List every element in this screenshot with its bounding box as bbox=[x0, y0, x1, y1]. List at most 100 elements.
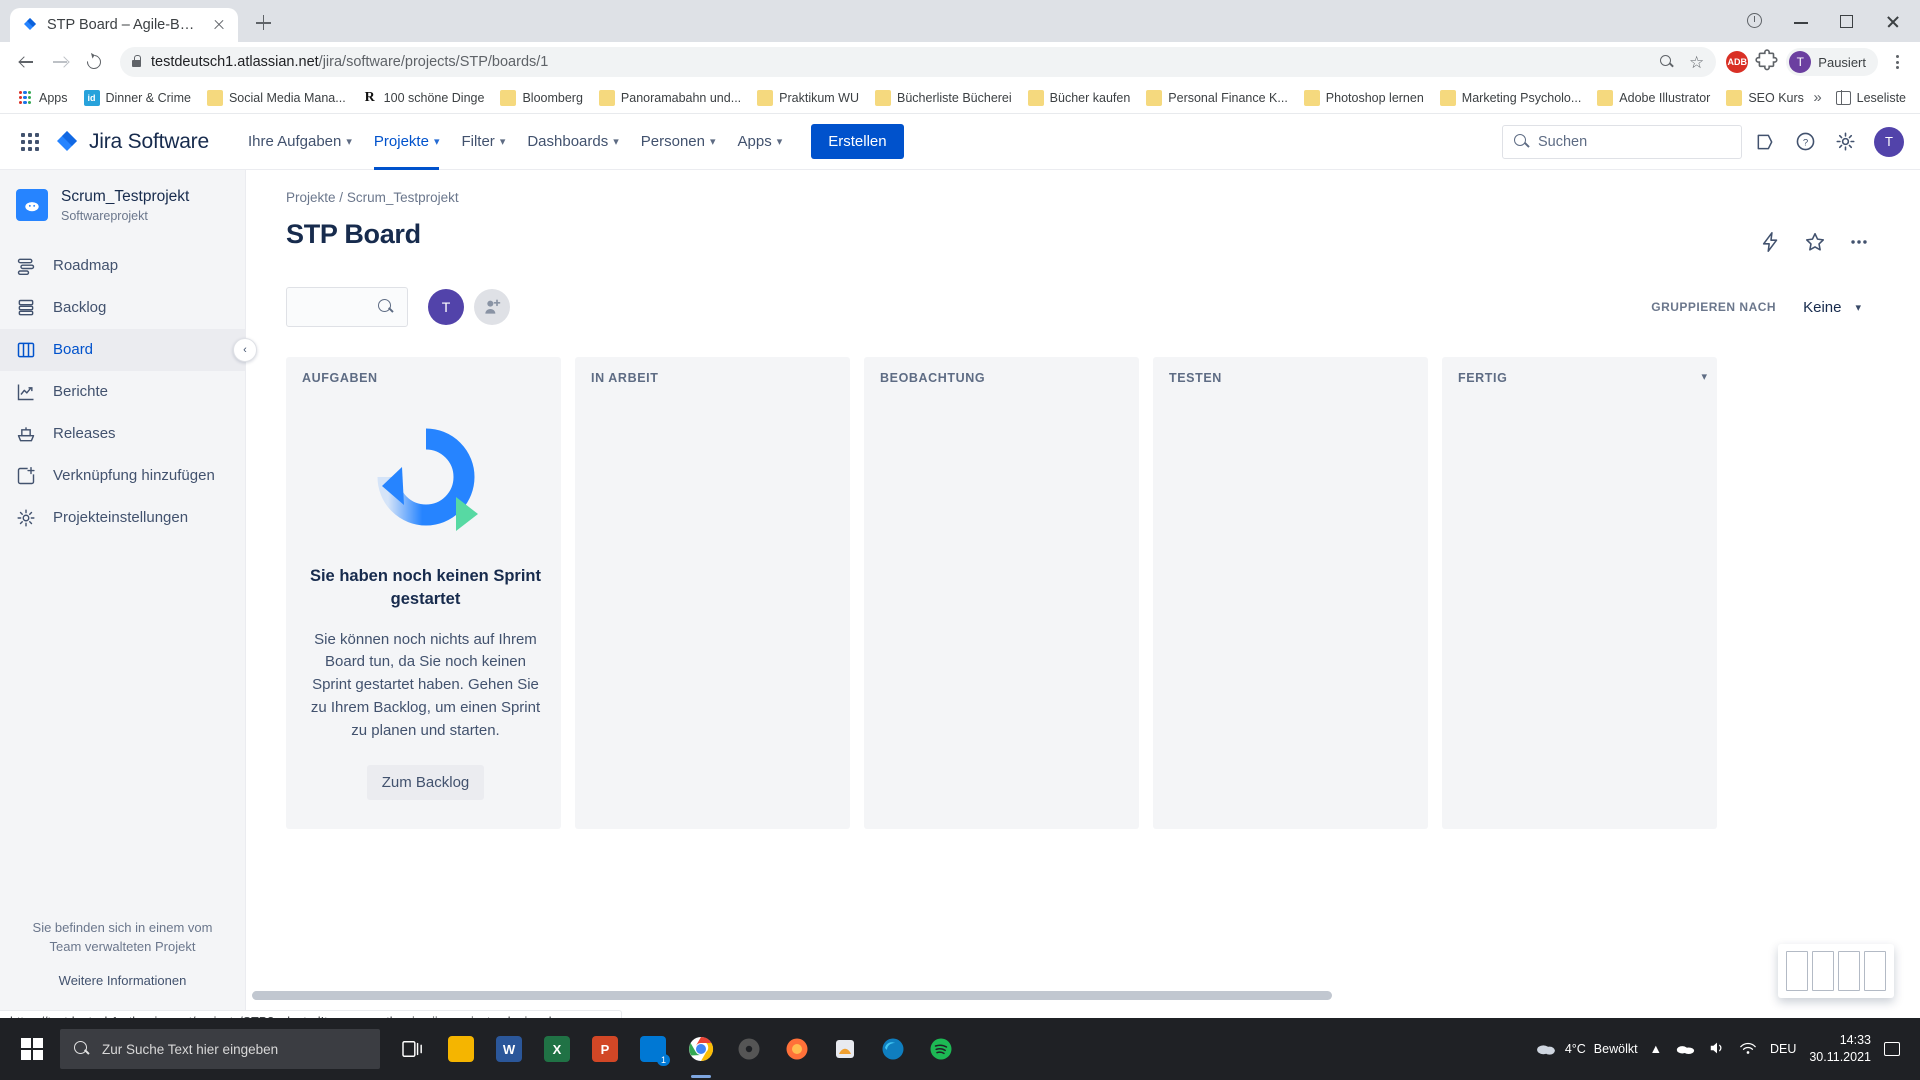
tray-expand-icon[interactable]: ▲ bbox=[1650, 1042, 1662, 1056]
breadcrumb-projekte[interactable]: Projekte bbox=[286, 190, 336, 205]
notification-center-icon[interactable] bbox=[1884, 1042, 1900, 1056]
reload-button[interactable] bbox=[78, 46, 110, 78]
taskbar-paint-icon[interactable] bbox=[822, 1018, 868, 1080]
chrome-menu-button[interactable] bbox=[1884, 49, 1910, 75]
insights-lightning-icon[interactable] bbox=[1756, 227, 1786, 257]
sidebar-collapse-button[interactable]: ‹ bbox=[233, 338, 257, 362]
taskbar-file-explorer-icon[interactable] bbox=[438, 1018, 484, 1080]
close-window-button[interactable] bbox=[1870, 5, 1916, 37]
keyboard-language[interactable]: DEU bbox=[1770, 1042, 1796, 1056]
nav-item-personen[interactable]: Personen ▾ bbox=[630, 114, 727, 170]
taskbar-excel-icon[interactable]: X bbox=[534, 1018, 580, 1080]
clock-history-icon[interactable] bbox=[1732, 5, 1778, 37]
back-button[interactable] bbox=[10, 46, 42, 78]
zoom-icon[interactable] bbox=[1659, 54, 1675, 70]
sidebar-item-roadmap[interactable]: Roadmap bbox=[0, 245, 245, 287]
taskbar-spotify-icon[interactable] bbox=[918, 1018, 964, 1080]
address-bar[interactable]: testdeutsch1.atlassian.net/jira/software… bbox=[120, 47, 1717, 77]
bookmark-star-icon[interactable]: ☆ bbox=[1689, 54, 1704, 71]
taskbar-chrome-icon[interactable] bbox=[678, 1018, 724, 1080]
create-button[interactable]: Erstellen bbox=[811, 124, 904, 159]
sidebar-item-verknuepfung-hinzufuegen[interactable]: Verknüpfung hinzufügen bbox=[0, 455, 245, 497]
sidebar-item-backlog[interactable]: Backlog bbox=[0, 287, 245, 329]
start-button[interactable] bbox=[8, 1018, 56, 1080]
weather-widget[interactable]: 4°C Bewölkt bbox=[1535, 1040, 1638, 1059]
more-options-icon[interactable] bbox=[1844, 227, 1874, 257]
bookmark-item[interactable]: Social Media Mana... bbox=[200, 87, 353, 109]
avatar[interactable]: T bbox=[428, 289, 464, 325]
clock[interactable]: 14:33 30.11.2021 bbox=[1809, 1032, 1871, 1066]
close-icon[interactable] bbox=[210, 16, 228, 34]
bookmark-item[interactable]: Bücherliste Bücherei bbox=[868, 87, 1019, 109]
bookmark-item[interactable]: Bücher kaufen bbox=[1021, 87, 1138, 109]
jira-search-box[interactable]: Suchen bbox=[1502, 124, 1742, 159]
project-header[interactable]: Scrum_Testprojekt Softwareprojekt bbox=[0, 188, 245, 223]
star-favorite-icon[interactable] bbox=[1800, 227, 1830, 257]
profile-button[interactable]: T Pausiert bbox=[1786, 48, 1878, 76]
sidebar-item-berichte[interactable]: Berichte bbox=[0, 371, 245, 413]
nav-item-apps[interactable]: Apps ▾ bbox=[727, 114, 794, 170]
sidebar-item-releases[interactable]: Releases bbox=[0, 413, 245, 455]
board-search-input[interactable] bbox=[286, 287, 408, 327]
board-minimap[interactable] bbox=[1778, 944, 1894, 998]
reading-list-button[interactable]: Leseliste bbox=[1835, 90, 1906, 105]
network-icon[interactable] bbox=[1739, 1041, 1757, 1058]
taskbar-task-view-button[interactable] bbox=[390, 1018, 436, 1080]
project-sidebar: ‹ Scrum_Testprojekt Softwareprojekt Road… bbox=[0, 170, 257, 1032]
chevron-down-icon[interactable]: ▾ bbox=[1701, 370, 1707, 383]
app-switcher-icon[interactable] bbox=[14, 126, 46, 158]
sidebar-footer-link[interactable]: Weitere Informationen bbox=[18, 973, 227, 988]
taskbar-word-icon[interactable]: W bbox=[486, 1018, 532, 1080]
breadcrumb-project[interactable]: Scrum_Testprojekt bbox=[347, 190, 459, 205]
bookmark-item[interactable]: Panoramabahn und... bbox=[592, 87, 748, 109]
horizontal-scrollbar[interactable] bbox=[246, 991, 1920, 1002]
jira-logo[interactable]: Jira Software bbox=[54, 129, 209, 155]
zum-backlog-button[interactable]: Zum Backlog bbox=[366, 764, 485, 800]
bookmark-item[interactable]: Apps bbox=[10, 87, 75, 109]
bookmark-item[interactable]: id Dinner & Crime bbox=[77, 87, 198, 109]
sidebar-item-board[interactable]: Board bbox=[0, 328, 245, 371]
bookmark-item[interactable]: Praktikum WU bbox=[750, 87, 866, 109]
browser-chrome: STP Board – Agile-Board - Jira testdeuts… bbox=[0, 0, 1920, 114]
onedrive-icon[interactable] bbox=[1675, 1041, 1695, 1058]
add-people-icon[interactable] bbox=[474, 289, 510, 325]
notifications-icon[interactable] bbox=[1748, 125, 1782, 159]
bookmark-item[interactable]: SEO Kurs bbox=[1719, 87, 1811, 109]
minimize-button[interactable] bbox=[1778, 5, 1824, 37]
scrollbar-thumb[interactable] bbox=[252, 991, 1332, 1000]
forward-button[interactable] bbox=[44, 46, 76, 78]
adblock-extension-icon[interactable]: ADB bbox=[1726, 51, 1749, 73]
taskbar-disc-icon[interactable] bbox=[726, 1018, 772, 1080]
bookmark-item[interactable]: Adobe Illustrator bbox=[1590, 87, 1717, 109]
maximize-button[interactable] bbox=[1824, 5, 1870, 37]
taskbar-edge-icon[interactable] bbox=[870, 1018, 916, 1080]
bookmarks-overflow-button[interactable]: » bbox=[1813, 89, 1821, 106]
bookmark-item[interactable]: Bloomberg bbox=[493, 87, 589, 109]
sidebar-item-projekteinstellungen[interactable]: Projekteinstellungen bbox=[0, 497, 245, 539]
nav-item-filter[interactable]: Filter ▾ bbox=[450, 114, 516, 170]
extensions-puzzle-icon[interactable] bbox=[1754, 49, 1780, 75]
nav-item-projekte[interactable]: Projekte ▾ bbox=[363, 114, 451, 170]
bookmark-item[interactable]: R 100 schöne Dinge bbox=[355, 87, 492, 109]
taskbar-search-input[interactable]: Zur Suche Text hier eingeben bbox=[60, 1029, 380, 1069]
new-tab-button[interactable] bbox=[246, 6, 280, 40]
backlog-icon bbox=[16, 298, 36, 318]
group-by-select[interactable]: Keine ▾ bbox=[1790, 290, 1874, 325]
settings-gear-icon[interactable] bbox=[1828, 125, 1862, 159]
search-icon bbox=[74, 1041, 90, 1057]
browser-tab[interactable]: STP Board – Agile-Board - Jira bbox=[10, 8, 238, 42]
taskbar-mail-icon[interactable]: 1 bbox=[630, 1018, 676, 1080]
user-avatar[interactable]: T bbox=[1874, 126, 1904, 157]
volume-icon[interactable] bbox=[1708, 1040, 1726, 1059]
bookmark-label: Dinner & Crime bbox=[105, 90, 191, 105]
nav-item-ihre-aufgaben[interactable]: Ihre Aufgaben ▾ bbox=[237, 114, 363, 170]
taskbar-firefox-icon[interactable] bbox=[774, 1018, 820, 1080]
nav-item-dashboards[interactable]: Dashboards ▾ bbox=[516, 114, 629, 170]
bookmark-item[interactable]: Personal Finance K... bbox=[1139, 87, 1295, 109]
jira-body: ‹ Scrum_Testprojekt Softwareprojekt Road… bbox=[0, 170, 1920, 1032]
column-title: IN ARBEIT bbox=[591, 371, 659, 385]
bookmark-item[interactable]: Marketing Psycholo... bbox=[1433, 87, 1589, 109]
taskbar-powerpoint-icon[interactable]: P bbox=[582, 1018, 628, 1080]
bookmark-item[interactable]: Photoshop lernen bbox=[1297, 87, 1431, 109]
help-icon[interactable]: ? bbox=[1788, 125, 1822, 159]
